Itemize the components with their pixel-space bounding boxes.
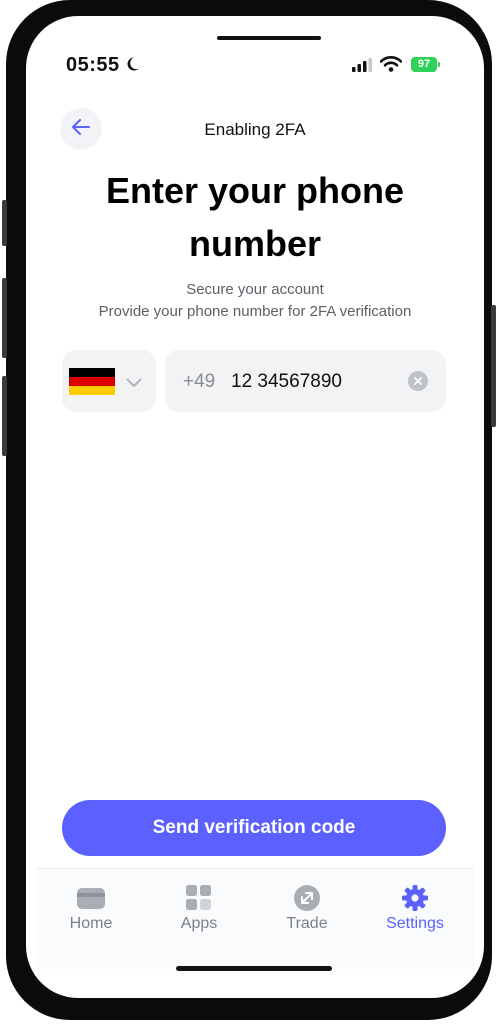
wallet-icon (76, 883, 106, 913)
bottom-tab-bar: Home Apps Trade Settings (36, 868, 474, 969)
phone-number-input[interactable]: +49 12 34567890 (165, 350, 446, 412)
close-icon (414, 377, 422, 385)
tab-home[interactable]: Home (41, 869, 141, 949)
send-verification-code-button[interactable]: Send verification code (62, 800, 446, 856)
swap-arrows-icon (292, 883, 322, 913)
battery-indicator: 97 (411, 57, 437, 72)
battery-tip (438, 62, 440, 67)
tab-settings[interactable]: Settings (365, 869, 465, 949)
volume-up-button (2, 278, 7, 358)
tab-home-label: Home (69, 915, 113, 932)
moon-icon (124, 56, 140, 77)
power-button (491, 305, 496, 427)
gear-icon (400, 883, 430, 913)
phone-number-value[interactable]: 12 34567890 (231, 371, 342, 393)
status-bar: 05:55 97 (26, 52, 484, 80)
phone-frame: 05:55 97 Enabling 2FA Enter your phone n… (2, 0, 496, 1020)
country-code-selector[interactable] (62, 350, 156, 412)
cellular-signal-icon (352, 58, 372, 77)
tab-apps[interactable]: Apps (149, 869, 249, 949)
chevron-down-icon (126, 375, 142, 393)
volume-down-button (2, 376, 7, 456)
speaker-slot (217, 36, 321, 40)
page-title-line2: number (188, 223, 321, 264)
germany-flag-icon (69, 368, 115, 395)
status-time: 05:55 (66, 54, 120, 76)
grid-icon (184, 883, 214, 913)
tab-trade[interactable]: Trade (257, 869, 357, 949)
wifi-icon (379, 55, 403, 77)
screen: 05:55 97 Enabling 2FA Enter your phone n… (26, 16, 484, 998)
action-button (2, 200, 7, 246)
tab-apps-label: Apps (180, 915, 218, 932)
dial-code-prefix: +49 (183, 371, 216, 392)
page-header-title: Enabling 2FA (204, 120, 306, 139)
page-title: Enter your phone number (46, 164, 464, 270)
page-title-line1: Enter your phone (105, 170, 405, 211)
subtitle-primary: Secure your account (186, 281, 324, 298)
tab-trade-label: Trade (286, 915, 328, 932)
tab-settings-label: Settings (386, 915, 444, 932)
clear-input-button[interactable] (408, 371, 428, 391)
home-indicator (176, 966, 332, 971)
subtitle-secondary: Provide your phone number for 2FA verifi… (98, 303, 412, 320)
